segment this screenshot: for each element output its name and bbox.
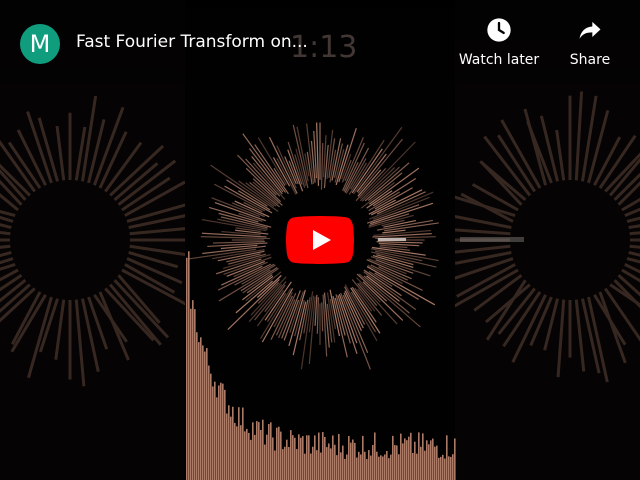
- video-player[interactable]: 1:13 M Fast Fourier Transform on... Watc…: [0, 0, 640, 480]
- clock-icon: [487, 18, 511, 42]
- share-arrow-icon: [579, 21, 601, 39]
- watch-later-label: Watch later: [458, 52, 540, 68]
- video-title[interactable]: Fast Fourier Transform on...: [76, 32, 308, 52]
- watch-later-button[interactable]: Watch later: [449, 14, 549, 68]
- share-button[interactable]: Share: [540, 14, 640, 68]
- play-button[interactable]: [286, 216, 354, 264]
- play-icon: [286, 216, 354, 264]
- channel-avatar[interactable]: M: [20, 24, 60, 64]
- share-label: Share: [569, 52, 611, 68]
